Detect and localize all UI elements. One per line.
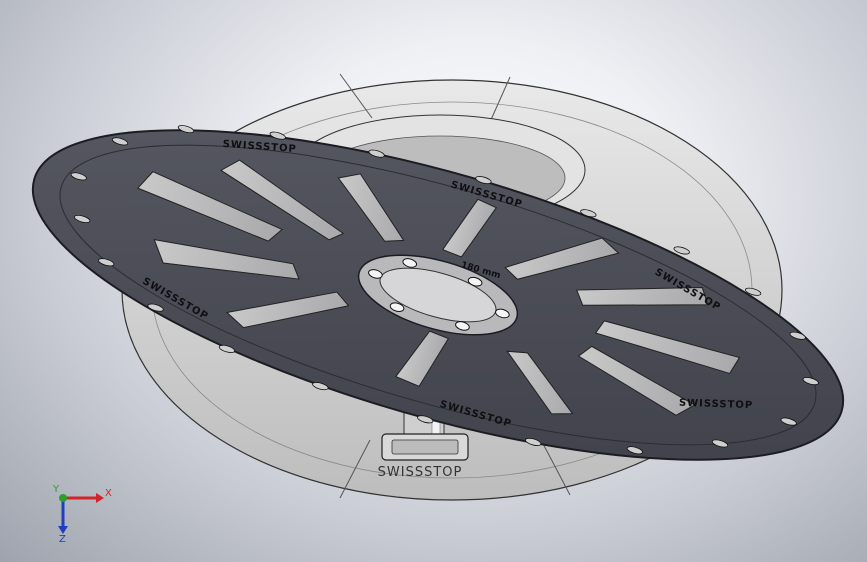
graphics-viewport[interactable]: SWISSSTOP SWISSSTOP SWISSSTOP SWISSSTOP … xyxy=(0,0,867,562)
y-axis-dot xyxy=(59,494,67,502)
base-brand-label: SWISSSTOP xyxy=(378,465,463,480)
x-axis-arrow xyxy=(96,493,104,503)
z-axis-arrow xyxy=(58,526,68,534)
z-axis-label: Z xyxy=(59,534,66,544)
cad-model-view[interactable]: SWISSSTOP SWISSSTOP SWISSSTOP SWISSSTOP … xyxy=(0,0,867,562)
coordinate-triad[interactable]: X Z Y xyxy=(50,484,120,544)
y-axis-label: Y xyxy=(52,484,60,495)
x-axis-label: X xyxy=(105,488,112,499)
